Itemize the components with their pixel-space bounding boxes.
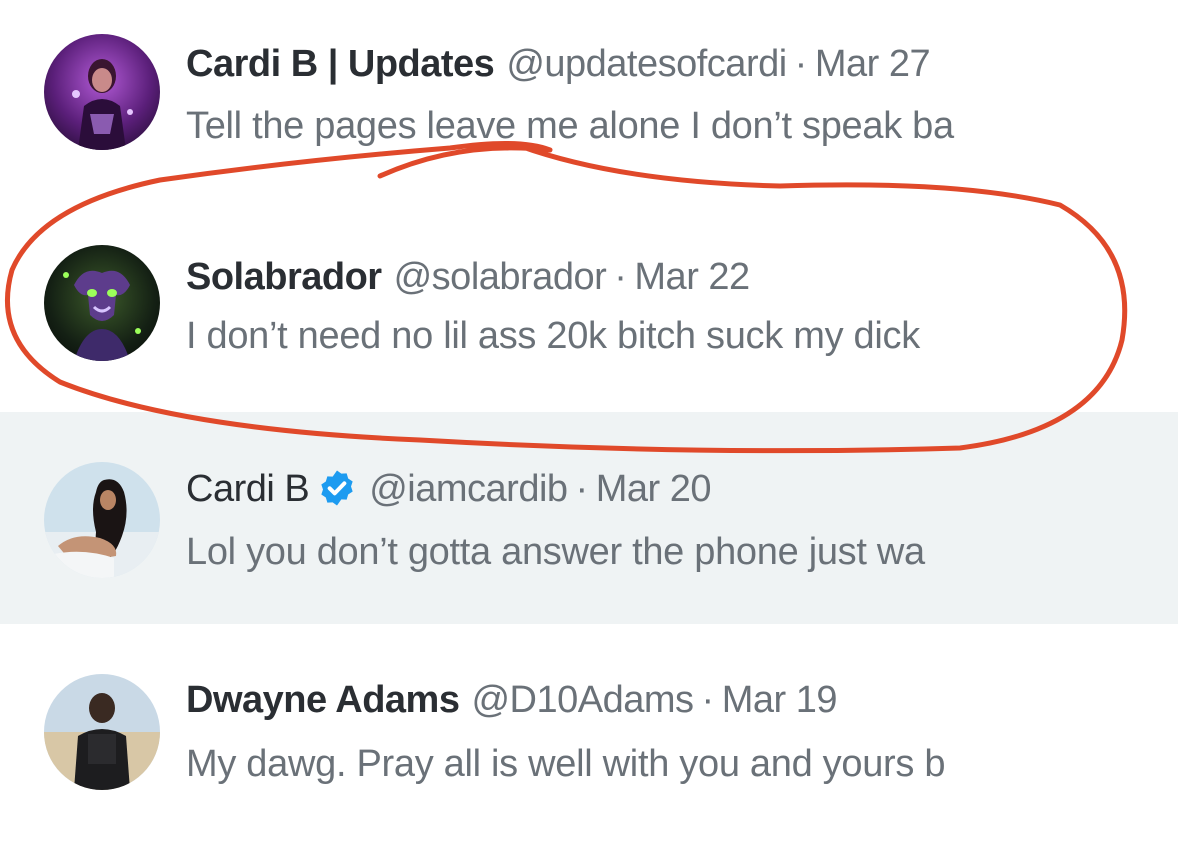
conversation-header: Cardi B | Updates @updatesofcardi · Mar 27 xyxy=(186,42,931,86)
message-date: Mar 27 xyxy=(814,43,931,85)
display-name[interactable]: Cardi B | Updates xyxy=(186,43,495,85)
separator: · xyxy=(701,679,715,721)
message-date: Mar 20 xyxy=(595,468,712,510)
dm-conversation-list: Cardi B | Updates @updatesofcardi · Mar 27 … xyxy=(0,0,1178,864)
user-handle: @D10Adams xyxy=(471,679,694,721)
verified-badge-icon xyxy=(321,470,353,506)
conversation-row[interactable]: Dwayne Adams @D10Adams · Mar 19 My dawg. Pr… xyxy=(0,624,1178,864)
avatar[interactable] xyxy=(44,462,160,578)
user-handle: @updatesofcardi xyxy=(506,43,787,85)
message-preview: Tell the pages leave me alone I don’t sp… xyxy=(186,105,954,147)
conversation-row[interactable]: Solabrador @solabrador · Mar 22 I don’t nee… xyxy=(0,200,1178,412)
conversation-header: Solabrador @solabrador · Mar 22 xyxy=(186,255,750,299)
conversation-header: Dwayne Adams @D10Adams · Mar 19 xyxy=(186,678,837,722)
message-preview: I don’t need no lil ass 20k bitch suck m… xyxy=(186,315,920,357)
avatar[interactable] xyxy=(44,245,160,361)
user-handle: @solabrador xyxy=(393,256,607,298)
conversation-row[interactable]: Cardi B @iamcardib · Mar 20 Lol you don’t g… xyxy=(0,412,1178,624)
display-name[interactable]: Dwayne Adams xyxy=(186,679,460,721)
separator: · xyxy=(794,43,808,85)
separator: · xyxy=(575,468,589,510)
conversation-header: Cardi B @iamcardib · Mar 20 xyxy=(186,467,711,511)
separator: · xyxy=(614,256,627,298)
message-preview: Lol you don’t gotta answer the phone jus… xyxy=(186,531,925,573)
message-preview: My dawg. Pray all is well with you and y… xyxy=(186,743,946,785)
message-date: Mar 19 xyxy=(721,679,838,721)
display-name[interactable]: Solabrador xyxy=(186,256,382,298)
user-handle: @iamcardib xyxy=(369,468,568,510)
avatar[interactable] xyxy=(44,34,160,150)
message-date: Mar 22 xyxy=(634,256,750,298)
conversation-row[interactable]: Cardi B | Updates @updatesofcardi · Mar 27 … xyxy=(0,0,1178,200)
display-name[interactable]: Cardi B xyxy=(186,468,310,510)
avatar[interactable] xyxy=(44,674,160,790)
